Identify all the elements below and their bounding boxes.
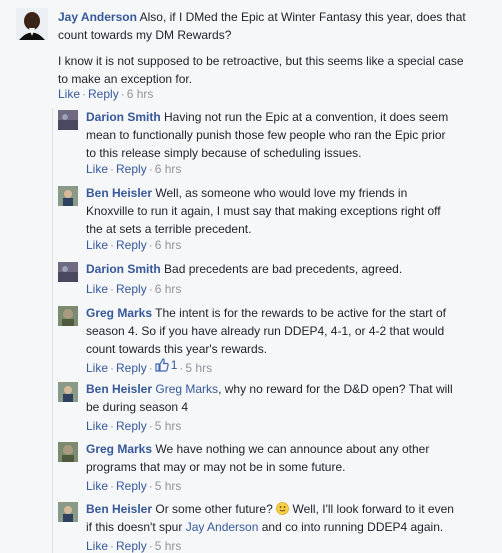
comment-text: Well, I'll look forward to it even [292, 502, 454, 516]
comment-text: mean to functionally punish those few pe… [86, 128, 446, 142]
ben-heisler-avatar-icon [58, 382, 78, 402]
avatar[interactable] [58, 442, 78, 462]
comment-actions: Like · Reply · 5 hrs [86, 479, 182, 493]
reply-body: Ben Heisler Greg Marks, why no reward fo… [86, 380, 496, 416]
greg-marks-avatar-icon [58, 306, 78, 326]
comment-text: The intent is for the rewards to be acti… [155, 306, 446, 320]
timestamp[interactable]: 6 hrs [155, 282, 182, 296]
reply-body: Darion Smith Bad precedents are bad prec… [86, 260, 496, 278]
reply-button[interactable]: Reply [116, 238, 147, 252]
like-count[interactable]: 1 [155, 357, 178, 373]
comment-text: Well, as someone who would love my frien… [155, 186, 408, 200]
timestamp[interactable]: 6 hrs [155, 238, 182, 252]
darion-smith-avatar-icon [58, 110, 78, 130]
top-comment-body: Jay Anderson Also, if I DMed the Epic at… [58, 8, 498, 44]
comment-author[interactable]: Greg Marks [86, 306, 152, 320]
comment-text: the at sets a terrible precedent. [86, 222, 252, 236]
comment-author[interactable]: Darion Smith [86, 262, 161, 276]
mention-link[interactable]: Jay Anderson [186, 520, 259, 534]
comment-text: programs that may or may not be in some … [86, 460, 346, 474]
ben-heisler-avatar-icon [58, 502, 78, 522]
reply-body: Ben Heisler Or some other future? Well, … [86, 500, 496, 536]
avatar[interactable] [16, 8, 48, 40]
timestamp[interactable]: 5 hrs [155, 539, 182, 553]
reply-body: Greg Marks The intent is for the rewards… [86, 304, 496, 358]
like-button[interactable]: Like [86, 282, 108, 296]
comment-text: Bad precedents are bad precedents, agree… [164, 262, 403, 276]
reply-button[interactable]: Reply [116, 361, 147, 375]
comment-actions: Like · Reply · 1 · 5 hrs [86, 357, 213, 375]
comment-text: Also, if I DMed the Epic at Winter Fanta… [139, 10, 466, 24]
like-button[interactable]: Like [58, 87, 80, 101]
ben-heisler-avatar-icon [58, 186, 78, 206]
comment-actions: Like · Reply · 5 hrs [86, 419, 182, 433]
comment-author[interactable]: Jay Anderson [58, 10, 137, 24]
comment-text: be during season 4 [86, 400, 189, 414]
mention-link[interactable]: Greg Marks [155, 382, 218, 396]
avatar[interactable] [58, 382, 78, 402]
comment-actions: Like · Reply · 6 hrs [86, 282, 182, 296]
reply-button[interactable]: Reply [116, 479, 147, 493]
comment-text: Having not run the Epic at a convention,… [164, 110, 449, 124]
like-button[interactable]: Like [86, 539, 108, 553]
timestamp[interactable]: 5 hrs [155, 419, 182, 433]
reply-body: Ben Heisler Well, as someone who would l… [86, 184, 496, 238]
timestamp[interactable]: 6 hrs [127, 87, 154, 101]
comment-author[interactable]: Darion Smith [86, 110, 161, 124]
comment-actions: Like · Reply · 6 hrs [86, 162, 182, 176]
comment-actions: Like · Reply · 6 hrs [58, 87, 154, 101]
thumbs-up-icon [155, 358, 169, 372]
reply-button[interactable]: Reply [116, 419, 147, 433]
like-button[interactable]: Like [86, 419, 108, 433]
like-button[interactable]: Like [86, 479, 108, 493]
comment-text: and co into running DDEP4 again. [261, 520, 444, 534]
comment-text: Or some other future? [155, 502, 273, 516]
like-count-value: 1 [170, 358, 178, 372]
like-button[interactable]: Like [86, 162, 108, 176]
reply-button[interactable]: Reply [88, 87, 119, 101]
avatar[interactable] [58, 110, 78, 130]
comment-author[interactable]: Ben Heisler [86, 186, 152, 200]
timestamp[interactable]: 5 hrs [155, 479, 182, 493]
avatar[interactable] [58, 502, 78, 522]
comment-author[interactable]: Ben Heisler [86, 502, 152, 516]
smiley-emoji-icon [276, 502, 290, 515]
comment-actions: Like · Reply · 5 hrs [86, 539, 182, 553]
top-comment-paragraph: I know it is not supposed to be retroact… [58, 52, 498, 88]
avatar[interactable] [58, 262, 78, 282]
comment-text: We have nothing we can announce about an… [155, 442, 430, 456]
reply-body: Darion Smith Having not run the Epic at … [86, 108, 496, 162]
avatar[interactable] [58, 186, 78, 206]
comment-text: count towards my DM Rewards? [58, 28, 232, 42]
comment-text: if this doesn't spur [86, 520, 183, 534]
comment-text: I know it is not supposed to be retroact… [58, 54, 464, 68]
like-button[interactable]: Like [86, 238, 108, 252]
comment-text: , why no reward for the D&D open? That w… [218, 382, 453, 396]
comment-text: Knoxville to run it again, I must say th… [86, 204, 441, 218]
comment-author[interactable]: Ben Heisler [86, 382, 152, 396]
timestamp[interactable]: 6 hrs [155, 162, 182, 176]
darion-smith-avatar-icon [58, 262, 78, 282]
reply-thread-line [52, 108, 53, 553]
timestamp[interactable]: 5 hrs [185, 361, 212, 375]
avatar[interactable] [58, 306, 78, 326]
comment-actions: Like · Reply · 6 hrs [86, 238, 182, 252]
jay-anderson-avatar-icon [16, 8, 48, 40]
reply-button[interactable]: Reply [116, 282, 147, 296]
reply-button[interactable]: Reply [116, 162, 147, 176]
comment-text: count towards this year's rewards. [86, 342, 268, 356]
greg-marks-avatar-icon [58, 442, 78, 462]
comment-author[interactable]: Greg Marks [86, 442, 152, 456]
comment-text: to this release simply because of schedu… [86, 146, 362, 160]
like-button[interactable]: Like [86, 361, 108, 375]
reply-button[interactable]: Reply [116, 539, 147, 553]
reply-body: Greg Marks We have nothing we can announ… [86, 440, 496, 476]
comment-text: season 4. So if you have already run DDE… [86, 324, 445, 338]
